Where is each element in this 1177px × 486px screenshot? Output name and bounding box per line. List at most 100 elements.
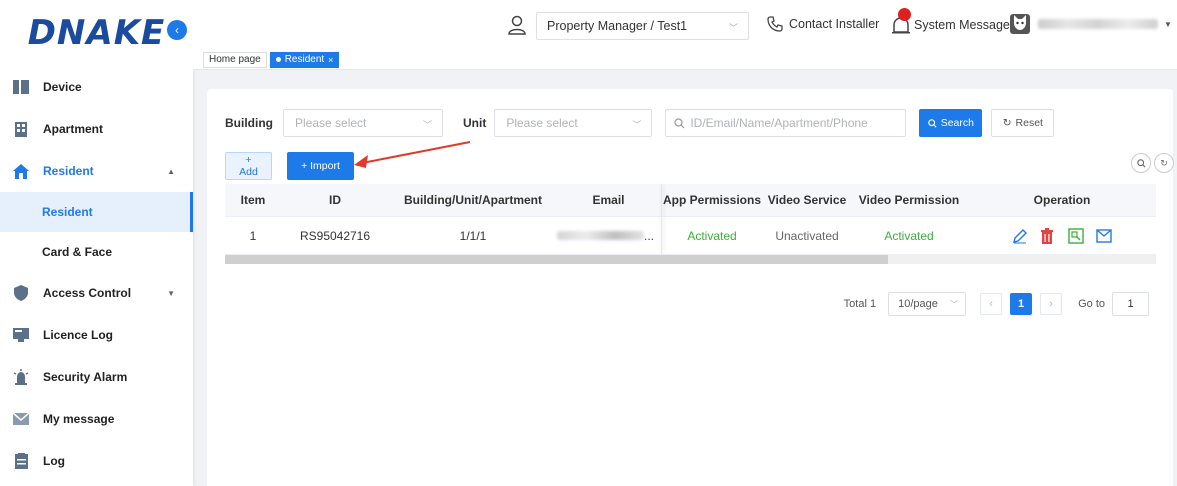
unit-label: Unit <box>463 116 487 130</box>
face-card-icon[interactable] <box>1068 227 1084 244</box>
table-header: Item ID Building/Unit/Apartment Email Ap… <box>225 184 1156 217</box>
log-icon <box>13 453 29 469</box>
system-message-label: System Message <box>914 18 1010 32</box>
refresh-icon: ↻ <box>1160 157 1168 168</box>
sidebar: DNAKE ‹ Device Apartment Resident ▲ Resi… <box>0 0 193 486</box>
chevron-down-icon: ﹀ <box>422 120 432 130</box>
horizontal-scrollbar[interactable] <box>225 255 1156 264</box>
add-button[interactable]: + Add <box>225 152 272 180</box>
sidebar-item-label: Security Alarm <box>43 370 128 384</box>
edit-icon[interactable] <box>1012 228 1028 244</box>
sidebar-item-label: Card & Face <box>42 245 113 259</box>
sidebar-item-my-message[interactable]: My message <box>0 398 193 440</box>
page-size-select[interactable]: 10/page ﹀ <box>888 292 967 316</box>
cell-item: 1 <box>249 228 257 243</box>
user-menu[interactable]: ▼ <box>1010 14 1172 34</box>
building-icon <box>13 121 29 137</box>
sidebar-item-access-control[interactable]: Access Control ▼ <box>0 272 193 314</box>
building-label: Building <box>225 116 273 130</box>
tab-label: Home page <box>209 54 261 65</box>
cell-id: RS95042716 <box>299 228 371 243</box>
chevron-down-icon: ﹀ <box>950 300 959 309</box>
column-header: App Permissions <box>662 193 762 207</box>
unit-placeholder: Please select <box>506 116 578 130</box>
avatar <box>1010 14 1030 34</box>
building-select[interactable]: Please select ﹀ <box>283 109 443 137</box>
goto-page-input[interactable]: 1 <box>1112 292 1149 316</box>
next-page-button[interactable]: › <box>1040 293 1063 315</box>
column-header: Item <box>240 193 266 207</box>
sidebar-item-resident[interactable]: Resident ▲ <box>0 150 193 192</box>
tab-bar: Home page Resident × <box>193 50 1177 70</box>
refresh-icon: ↻ <box>1002 117 1012 129</box>
close-icon[interactable]: × <box>328 55 333 65</box>
send-mail-icon[interactable] <box>1096 228 1112 244</box>
role-select[interactable]: Property Manager / Test1 ﹀ <box>536 12 749 40</box>
column-header: Video Service <box>767 193 847 207</box>
system-message-link[interactable]: System Message <box>890 8 1010 36</box>
chevron-down-icon: ﹀ <box>728 23 738 33</box>
cell-video-permission: Activated <box>884 228 934 243</box>
cell-email: ... <box>557 229 660 243</box>
chevron-up-icon: ▲ <box>167 166 175 176</box>
top-header: Property Manager / Test1 ﹀ Contact Insta… <box>193 0 1177 50</box>
contact-installer-link[interactable]: Contact Installer <box>767 16 879 32</box>
search-icon <box>674 117 685 129</box>
caret-down-icon: ▼ <box>1164 19 1172 29</box>
building-placeholder: Please select <box>295 116 367 130</box>
scrollbar-thumb[interactable] <box>225 255 888 264</box>
page-1-button[interactable]: 1 <box>1010 293 1033 315</box>
column-header: Email <box>592 193 625 207</box>
add-button-label: + Add <box>239 154 258 178</box>
search-button[interactable]: Search <box>919 109 983 137</box>
filter-row: Building Please select ﹀ Unit Please sel… <box>225 109 1055 137</box>
table-row[interactable]: 1 RS95042716 1/1/1 ... Activated Unactiv… <box>225 217 1156 255</box>
sidebar-item-log[interactable]: Log <box>0 440 193 482</box>
sidebar-subitem-card-face[interactable]: Card & Face <box>0 232 193 272</box>
sidebar-subitem-resident[interactable]: Resident <box>0 192 193 232</box>
device-icon <box>13 79 29 95</box>
sidebar-item-label: Device <box>43 80 82 94</box>
tab-label: Resident <box>284 54 325 65</box>
sidebar-item-label: Log <box>43 454 65 468</box>
sidebar-item-label: Licence Log <box>43 328 114 342</box>
import-button-label: + Import <box>301 160 340 172</box>
column-header: Operation <box>1033 193 1091 207</box>
search-placeholder: ID/Email/Name/Apartment/Phone <box>690 116 868 130</box>
collapse-sidebar-button[interactable]: ‹ <box>167 20 187 40</box>
goto-label: Go to <box>1078 298 1105 310</box>
reset-button[interactable]: ↻ Reset <box>991 109 1055 137</box>
page-size-value: 10/page <box>898 298 938 310</box>
search-icon <box>927 118 937 128</box>
active-dot-icon <box>275 57 281 62</box>
cell-app-permissions: Activated <box>687 228 737 243</box>
mail-icon <box>13 411 29 427</box>
prev-page-button[interactable]: ‹ <box>980 293 1003 315</box>
refresh-button[interactable]: ↻ <box>1154 153 1174 173</box>
sidebar-item-device[interactable]: Device <box>0 66 193 108</box>
chevron-down-icon: ﹀ <box>632 120 642 130</box>
sidebar-item-security-alarm[interactable]: Security Alarm <box>0 356 193 398</box>
redacted-username <box>1038 19 1158 29</box>
logo-text: DNAKE <box>27 13 166 53</box>
sidebar-item-licence-log[interactable]: Licence Log <box>0 314 193 356</box>
alarm-icon <box>13 369 29 385</box>
search-toggle-button[interactable] <box>1131 153 1151 173</box>
sidebar-item-apartment[interactable]: Apartment <box>0 108 193 150</box>
search-input[interactable]: ID/Email/Name/Apartment/Phone <box>665 109 907 137</box>
sidebar-item-label: Resident <box>43 164 94 178</box>
cell-video-service: Unactivated <box>775 228 839 243</box>
current-page: 1 <box>1018 298 1025 310</box>
chevron-down-icon: ▼ <box>167 288 175 298</box>
tab-home-page[interactable]: Home page <box>203 51 267 68</box>
goto-value: 1 <box>1127 298 1134 310</box>
tab-resident[interactable]: Resident × <box>269 51 340 68</box>
column-header: Building/Unit/Apartment <box>404 193 542 207</box>
search-button-label: Search <box>940 117 974 129</box>
sidebar-item-label: My message <box>43 412 115 426</box>
user-icon <box>507 15 527 35</box>
unit-select[interactable]: Please select ﹀ <box>494 109 653 137</box>
total-count: Total 1 <box>843 298 877 310</box>
delete-icon[interactable] <box>1040 227 1056 244</box>
import-button[interactable]: + Import <box>287 152 354 180</box>
